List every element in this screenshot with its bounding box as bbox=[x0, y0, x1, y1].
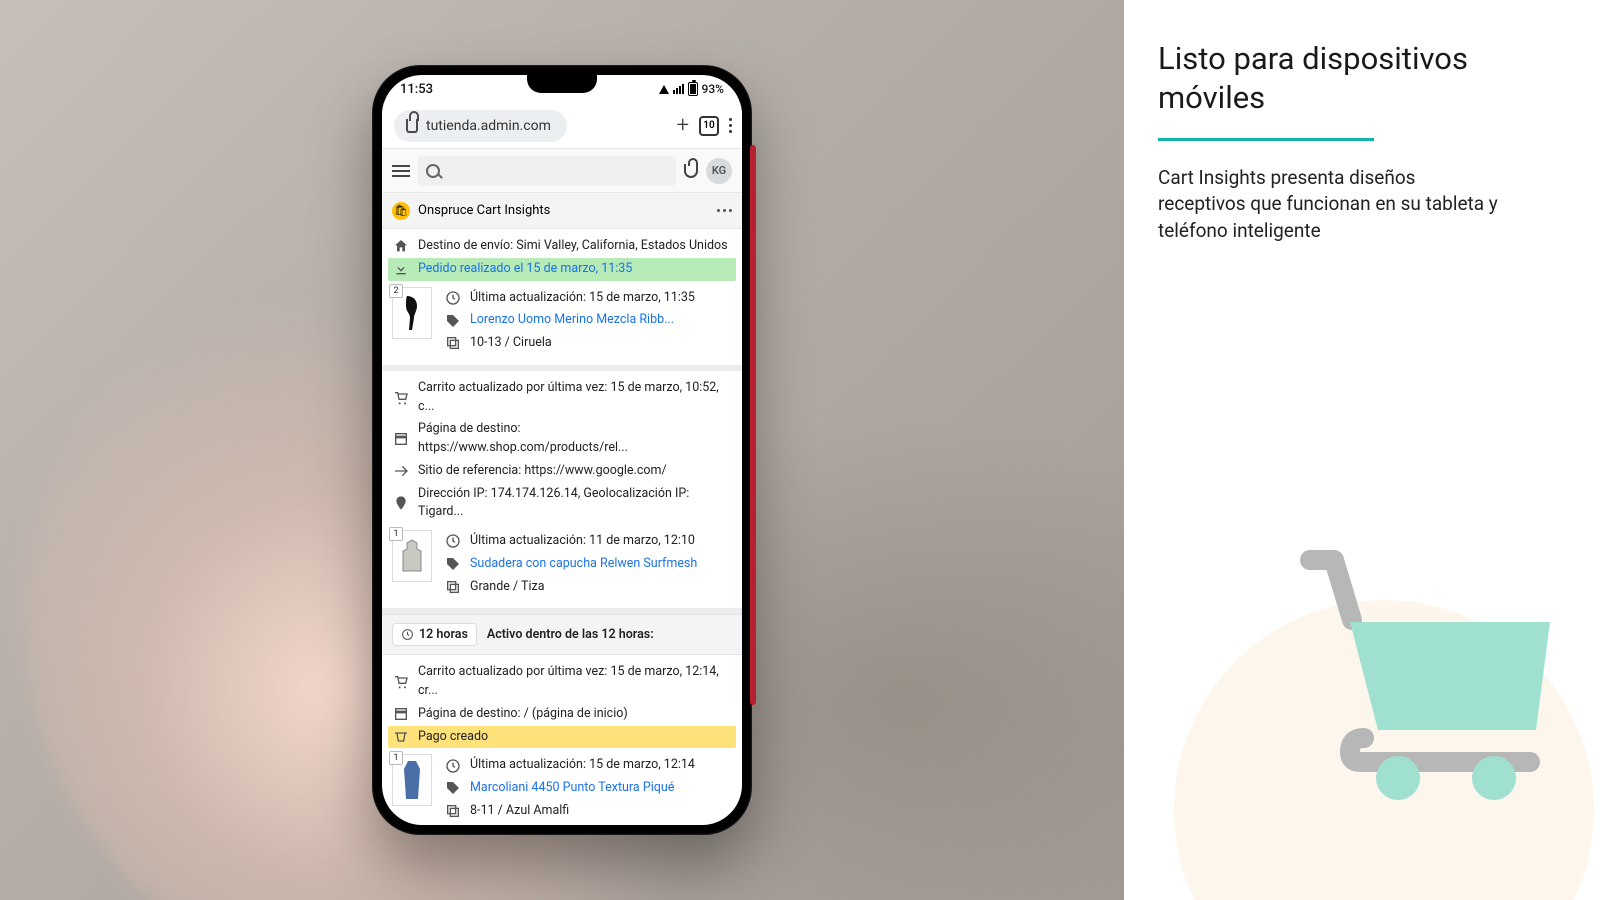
notifications-button[interactable] bbox=[684, 164, 698, 178]
last-update: Última actualización: 11 de marzo, 12:10 bbox=[470, 532, 695, 551]
time-divider: 12 horas Activo dentro de las 12 horas: bbox=[382, 614, 742, 655]
variant: Grande / Tiza bbox=[470, 578, 545, 597]
app-more-button[interactable] bbox=[717, 209, 732, 212]
time-chip-label: 12 horas bbox=[419, 627, 468, 642]
checkout-icon bbox=[392, 728, 410, 746]
content-scroll[interactable]: Destino de envío: Simi Valley, Californi… bbox=[382, 229, 742, 825]
variant: 10-13 / Ciruela bbox=[470, 334, 552, 353]
copy-icon bbox=[444, 802, 462, 820]
order-placed-link[interactable]: Pedido realizado el 15 de marzo, 11:35 bbox=[418, 260, 632, 279]
wifi-icon bbox=[659, 85, 669, 94]
browser-toolbar: tutienda.admin.com + 10 bbox=[382, 103, 742, 149]
phone-frame: 11:53 93% tutienda.admin.com + 10 bbox=[372, 65, 752, 835]
app-topbar: KG bbox=[382, 149, 742, 193]
copy-icon bbox=[444, 578, 462, 596]
new-tab-button[interactable]: + bbox=[677, 113, 689, 138]
search-icon bbox=[426, 164, 440, 178]
marketing-photo-area: 11:53 93% tutienda.admin.com + 10 bbox=[0, 0, 1124, 900]
avatar[interactable]: KG bbox=[706, 158, 732, 184]
menu-button[interactable] bbox=[392, 165, 410, 177]
battery-icon bbox=[688, 82, 698, 96]
variant: 8-11 / Azul Amalfi bbox=[470, 802, 569, 821]
battery-percent: 93% bbox=[702, 82, 724, 96]
product-link[interactable]: Lorenzo Uomo Merino Mezcla Ribb... bbox=[470, 311, 674, 330]
panel-title: Listo para dispositivos móviles bbox=[1158, 40, 1560, 118]
phone-notch bbox=[527, 75, 597, 93]
cart-icon bbox=[392, 389, 410, 407]
time-chip: 12 horas bbox=[392, 623, 477, 646]
cart-illustration-icon bbox=[1290, 540, 1570, 800]
cart-updated: Carrito actualizado por última vez: 15 d… bbox=[418, 379, 732, 417]
landing-icon bbox=[392, 705, 410, 723]
product-thumb[interactable]: 1 bbox=[392, 754, 432, 806]
url-text: tutienda.admin.com bbox=[426, 118, 551, 134]
clock-icon bbox=[444, 757, 462, 775]
qty-badge: 1 bbox=[389, 527, 403, 541]
product-thumb[interactable]: 2 bbox=[392, 287, 432, 339]
status-right: 93% bbox=[659, 82, 724, 96]
product-row: 1 Última actualización: 15 de marzo, 12:… bbox=[392, 748, 732, 822]
location-icon bbox=[392, 494, 410, 512]
app-title: Onspruce Cart Insights bbox=[418, 203, 550, 218]
last-update: Última actualización: 15 de marzo, 11:35 bbox=[470, 289, 695, 308]
checkout-created: Pago creado bbox=[418, 728, 488, 747]
shipping-destination: Destino de envío: Simi Valley, Californi… bbox=[418, 237, 728, 256]
marketing-panel: Listo para dispositivos móviles Cart Ins… bbox=[1124, 0, 1600, 900]
cart-block: Carrito actualizado por última vez: 15 d… bbox=[382, 655, 742, 825]
title-underline bbox=[1158, 138, 1374, 141]
landing-icon bbox=[392, 430, 410, 448]
cart-block: Carrito actualizado por última vez: 15 d… bbox=[382, 371, 742, 615]
url-pill[interactable]: tutienda.admin.com bbox=[394, 110, 567, 142]
divider-text: Activo dentro de las 12 horas: bbox=[487, 627, 654, 642]
status-time: 11:53 bbox=[400, 82, 433, 97]
product-row: 2 Última actualización: 15 de marzo, 11:… bbox=[392, 281, 732, 355]
clock-icon bbox=[444, 532, 462, 550]
cart-icon bbox=[392, 673, 410, 691]
qty-badge: 1 bbox=[389, 751, 403, 765]
tag-icon bbox=[444, 312, 462, 330]
signal-icon bbox=[673, 84, 684, 94]
tag-icon bbox=[444, 779, 462, 797]
cart-updated: Carrito actualizado por última vez: 15 d… bbox=[418, 663, 732, 701]
last-update: Última actualización: 15 de marzo, 12:14 bbox=[470, 756, 695, 775]
qty-badge: 2 bbox=[389, 284, 403, 298]
lock-icon bbox=[406, 119, 418, 133]
landing-page: Página de destino: https://www.shop.com/… bbox=[418, 420, 732, 458]
search-input[interactable] bbox=[418, 156, 676, 186]
referrer-icon bbox=[392, 462, 410, 480]
clock-icon bbox=[444, 289, 462, 307]
cart-block: Destino de envío: Simi Valley, Californi… bbox=[382, 229, 742, 371]
home-icon bbox=[392, 237, 410, 255]
product-link[interactable]: Marcoliani 4450 Punto Textura Piqué bbox=[470, 779, 674, 798]
product-thumb[interactable]: 1 bbox=[392, 530, 432, 582]
download-icon bbox=[392, 260, 410, 278]
landing-page: Página de destino: / (página de inicio) bbox=[418, 705, 628, 724]
product-link[interactable]: Sudadera con capucha Relwen Surfmesh bbox=[470, 555, 697, 574]
product-row: 1 Última actualización: 11 de marzo, 12:… bbox=[392, 524, 732, 598]
copy-icon bbox=[444, 334, 462, 352]
referrer: Sitio de referencia: https://www.google.… bbox=[418, 462, 667, 481]
app-header: 🛍 Onspruce Cart Insights bbox=[382, 193, 742, 229]
ip-geo: Dirección IP: 174.174.126.14, Geolocaliz… bbox=[418, 485, 732, 523]
panel-description: Cart Insights presenta diseños receptivo… bbox=[1158, 165, 1498, 245]
app-icon: 🛍 bbox=[392, 202, 410, 220]
phone-screen: 11:53 93% tutienda.admin.com + 10 bbox=[382, 75, 742, 825]
browser-menu-button[interactable] bbox=[729, 118, 732, 133]
tab-switcher-button[interactable]: 10 bbox=[699, 116, 719, 136]
tag-icon bbox=[444, 555, 462, 573]
